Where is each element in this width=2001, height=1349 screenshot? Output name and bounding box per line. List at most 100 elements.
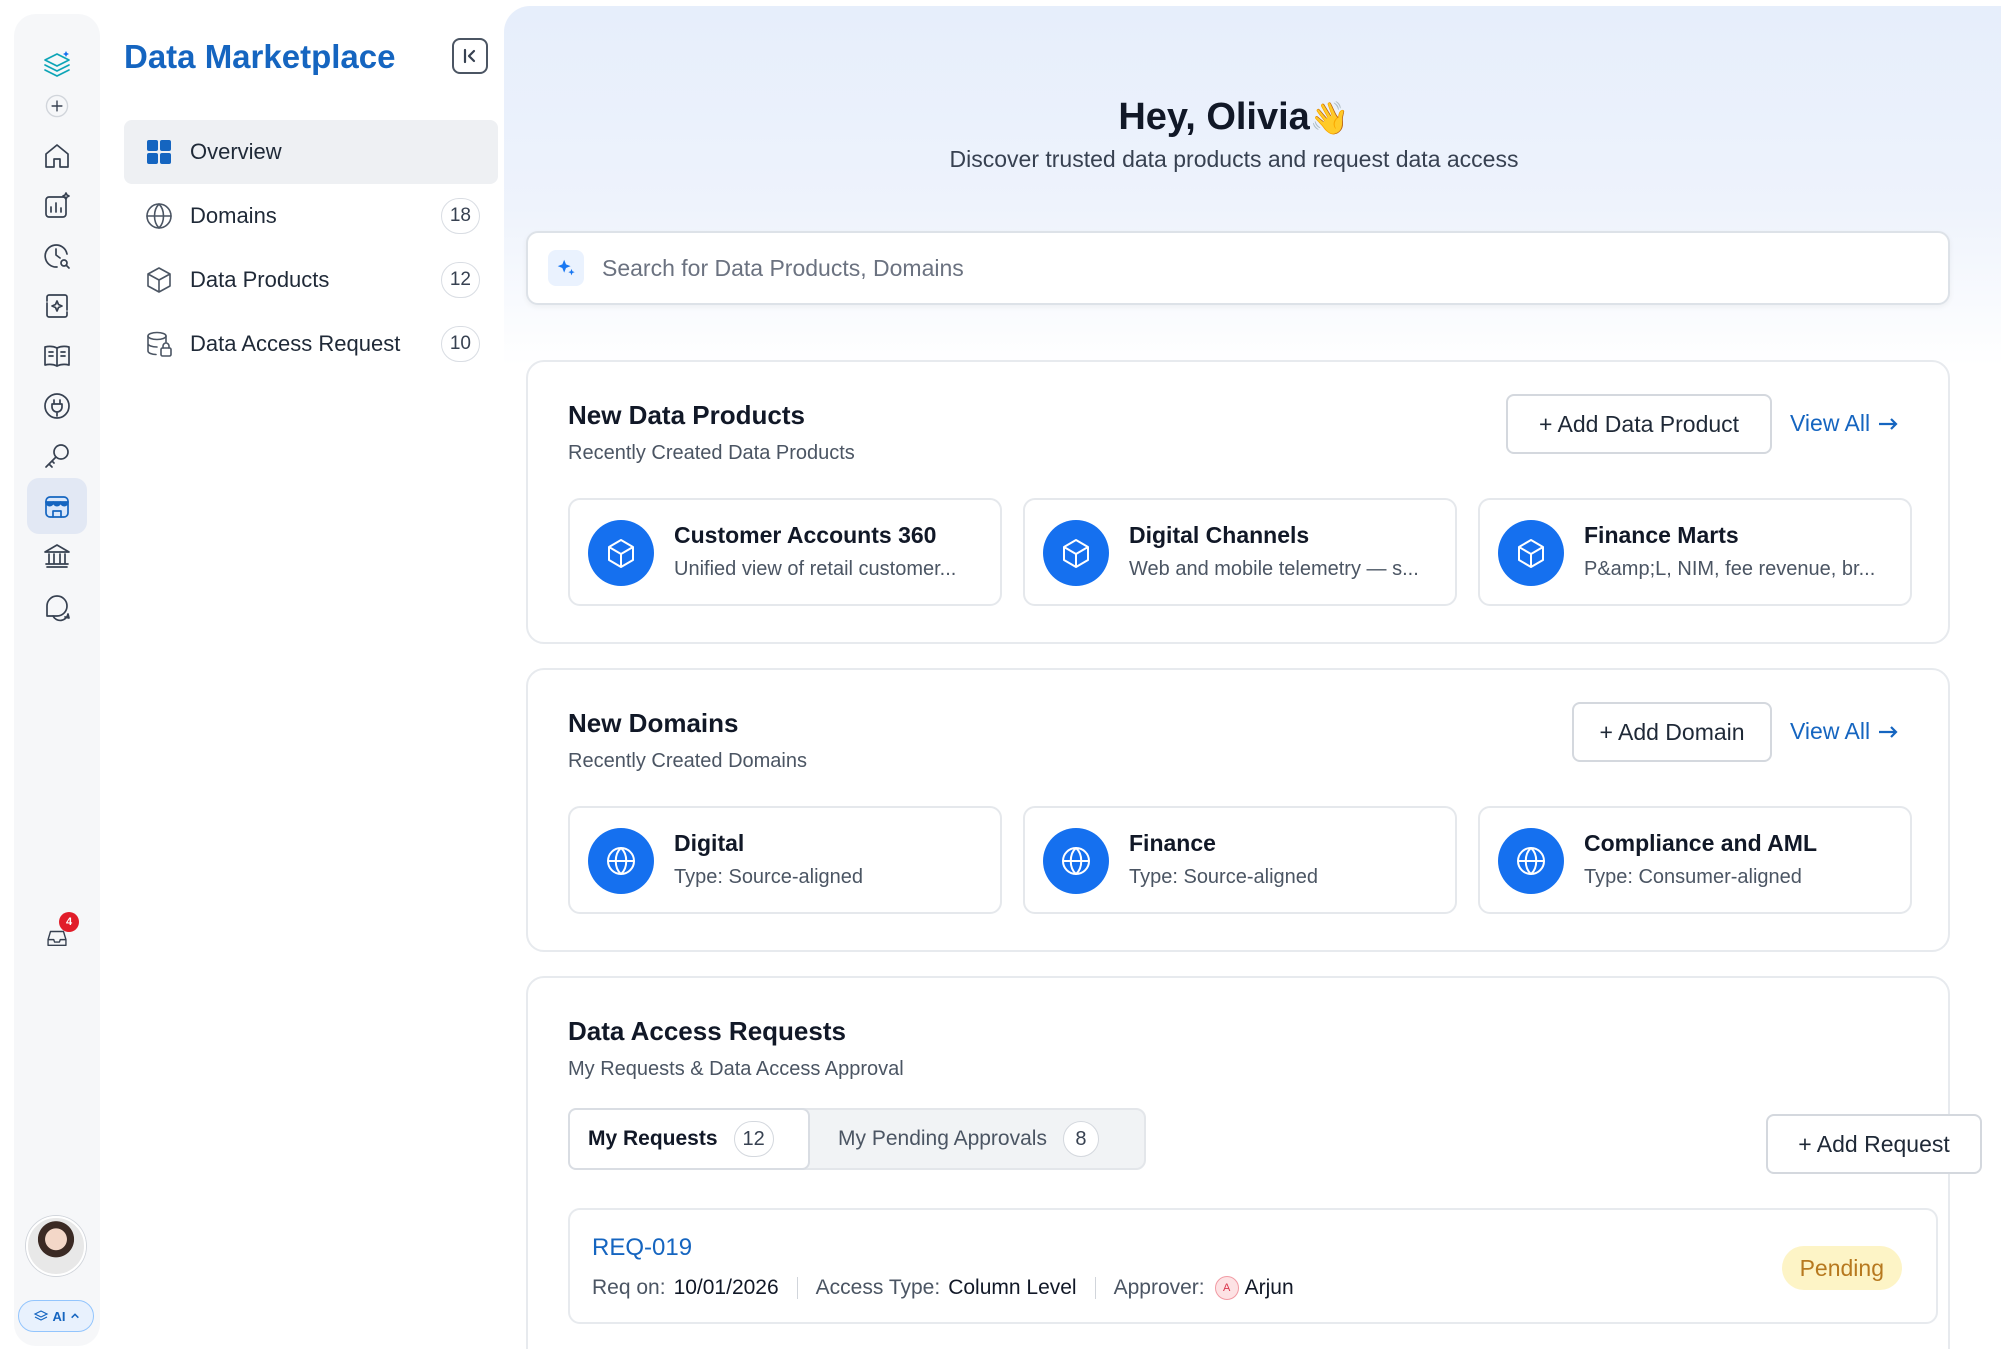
- tab-label: My Pending Approvals: [838, 1127, 1047, 1150]
- sidebar-item-domains[interactable]: Domains 18: [124, 184, 498, 248]
- req-on-label: Req on:: [592, 1276, 666, 1299]
- user-avatar[interactable]: [26, 1216, 86, 1276]
- database-lock-icon: [147, 331, 172, 357]
- globe-icon: [1043, 828, 1109, 894]
- domain-card[interactable]: Finance Type: Source-aligned: [1023, 806, 1457, 914]
- data-product-card[interactable]: Customer Accounts 360 Unified view of re…: [568, 498, 1002, 606]
- sidebar-item-label: Domains: [190, 203, 277, 228]
- sparkle-search-icon: [548, 250, 584, 286]
- grid-icon: [147, 140, 171, 164]
- sidebar-item-data-access-request[interactable]: Data Access Request 10: [124, 312, 498, 376]
- access-type-value: Column Level: [948, 1276, 1077, 1299]
- add-request-button[interactable]: + Add Request: [1766, 1114, 1982, 1174]
- tab-label: My Requests: [588, 1127, 718, 1150]
- sidebar-item-label: Overview: [190, 139, 282, 164]
- sidebar-item-count: 12: [440, 262, 480, 298]
- card-title: Finance: [1129, 830, 1216, 856]
- ai-assistant-toggle[interactable]: AI: [18, 1300, 94, 1332]
- data-product-card[interactable]: Digital Channels Web and mobile telemetr…: [1023, 498, 1457, 606]
- marketplace-store-icon[interactable]: [27, 478, 87, 534]
- collapse-sidebar-button[interactable]: [452, 38, 488, 74]
- ai-logo-icon: [33, 1310, 48, 1321]
- bank-icon[interactable]: [27, 528, 87, 584]
- sidebar-title: Data Marketplace: [124, 38, 396, 75]
- card-title: Compliance and AML: [1584, 830, 1817, 856]
- cube-icon: [1043, 520, 1109, 586]
- globe-icon: [588, 828, 654, 894]
- wave-icon: 👋: [1309, 100, 1350, 136]
- card-title: Finance Marts: [1584, 522, 1739, 548]
- request-row[interactable]: REQ-019 Req on: 10/01/2026 Access Type: …: [568, 1208, 1938, 1324]
- add-icon[interactable]: [27, 78, 87, 134]
- section-title: New Domains: [568, 708, 739, 738]
- sidebar-item-count: 18: [440, 198, 480, 234]
- page-subtitle: Discover trusted data products and reque…: [949, 146, 1519, 172]
- card-title: Customer Accounts 360: [674, 522, 937, 548]
- new-domains-section: New Domains Recently Created Domains + A…: [526, 668, 1950, 952]
- request-meta: Req on: 10/01/2026 Access Type: Column L…: [592, 1276, 1294, 1300]
- chat-icon[interactable]: [27, 578, 87, 634]
- view-all-data-products-link[interactable]: View All: [1790, 410, 1898, 437]
- sidebar-item-label: Data Access Request: [190, 331, 401, 356]
- sidebar-item-data-products[interactable]: Data Products 12: [124, 248, 498, 312]
- tab-my-pending-approvals[interactable]: My Pending Approvals 8: [820, 1110, 1117, 1168]
- request-id-link[interactable]: REQ-019: [592, 1234, 692, 1262]
- cube-icon: [1498, 520, 1564, 586]
- cube-icon: [588, 520, 654, 586]
- view-all-domains-link[interactable]: View All: [1790, 718, 1898, 745]
- sidebar-item-count: 10: [440, 326, 480, 362]
- domain-card[interactable]: Digital Type: Source-aligned: [568, 806, 1002, 914]
- request-tabs: My Requests 12 My Pending Approvals 8: [568, 1108, 1146, 1170]
- tab-count: 12: [733, 1121, 774, 1157]
- globe-icon: [1498, 828, 1564, 894]
- section-title: Data Access Requests: [568, 1016, 846, 1046]
- card-description: Type: Consumer-aligned: [1584, 866, 1802, 888]
- cube-icon: [147, 267, 171, 293]
- approver-avatar: A: [1214, 1276, 1239, 1300]
- add-data-product-button[interactable]: + Add Data Product: [1506, 394, 1772, 454]
- key-search-icon[interactable]: [27, 428, 87, 484]
- card-description: Type: Source-aligned: [1129, 866, 1319, 888]
- add-domain-button[interactable]: + Add Domain: [1572, 702, 1772, 762]
- arrow-right-icon: [1879, 417, 1898, 430]
- section-subtitle: Recently Created Data Products: [568, 442, 855, 464]
- globe-icon: [146, 203, 172, 229]
- inbox-icon[interactable]: 4: [27, 910, 87, 966]
- domain-card[interactable]: Compliance and AML Type: Consumer-aligne…: [1478, 806, 1912, 914]
- collapse-left-icon: [463, 48, 476, 64]
- icon-rail: 4 AI: [14, 14, 100, 1346]
- ai-transform-icon[interactable]: [27, 278, 87, 334]
- sidebar-item-overview[interactable]: Overview: [124, 120, 498, 184]
- search-input[interactable]: [602, 254, 1902, 282]
- card-title: Digital: [674, 830, 745, 856]
- tab-my-requests[interactable]: My Requests 12: [568, 1108, 810, 1170]
- divider: [796, 1277, 798, 1299]
- card-description: Type: Source-aligned: [674, 866, 864, 888]
- sidebar-item-label: Data Products: [190, 267, 330, 292]
- search-bar[interactable]: [526, 231, 1950, 305]
- tab-count: 8: [1062, 1121, 1099, 1157]
- notification-badge: 4: [59, 912, 79, 932]
- card-description: Web and mobile telemetry — s...: [1129, 558, 1419, 580]
- divider: [1094, 1277, 1096, 1299]
- book-icon[interactable]: [27, 328, 87, 384]
- analytics-sparkle-icon[interactable]: [27, 178, 87, 234]
- main-content: Hey, Olivia👋 Discover trusted data produ…: [504, 6, 2001, 1349]
- section-subtitle: Recently Created Domains: [568, 750, 807, 772]
- data-product-card[interactable]: Finance Marts P&amp;L, NIM, fee revenue,…: [1478, 498, 1912, 606]
- new-data-products-section: New Data Products Recently Created Data …: [526, 360, 1950, 644]
- section-title: New Data Products: [568, 400, 805, 430]
- history-search-icon[interactable]: [27, 228, 87, 284]
- access-type-label: Access Type:: [815, 1276, 941, 1299]
- card-description: P&amp;L, NIM, fee revenue, br...: [1584, 558, 1876, 580]
- approver-name: Arjun: [1244, 1276, 1294, 1299]
- home-icon[interactable]: [27, 128, 87, 184]
- chevron-up-icon: [70, 1313, 79, 1319]
- secondary-sidebar: Data Marketplace Overview Domains 18 Dat…: [100, 0, 504, 1349]
- status-badge: Pending: [1781, 1246, 1902, 1290]
- card-description: Unified view of retail customer...: [674, 558, 957, 580]
- card-title: Digital Channels: [1129, 522, 1310, 548]
- arrow-right-icon: [1879, 725, 1898, 738]
- plug-icon[interactable]: [27, 378, 87, 434]
- page-greeting: Hey, Olivia👋: [1118, 96, 1350, 138]
